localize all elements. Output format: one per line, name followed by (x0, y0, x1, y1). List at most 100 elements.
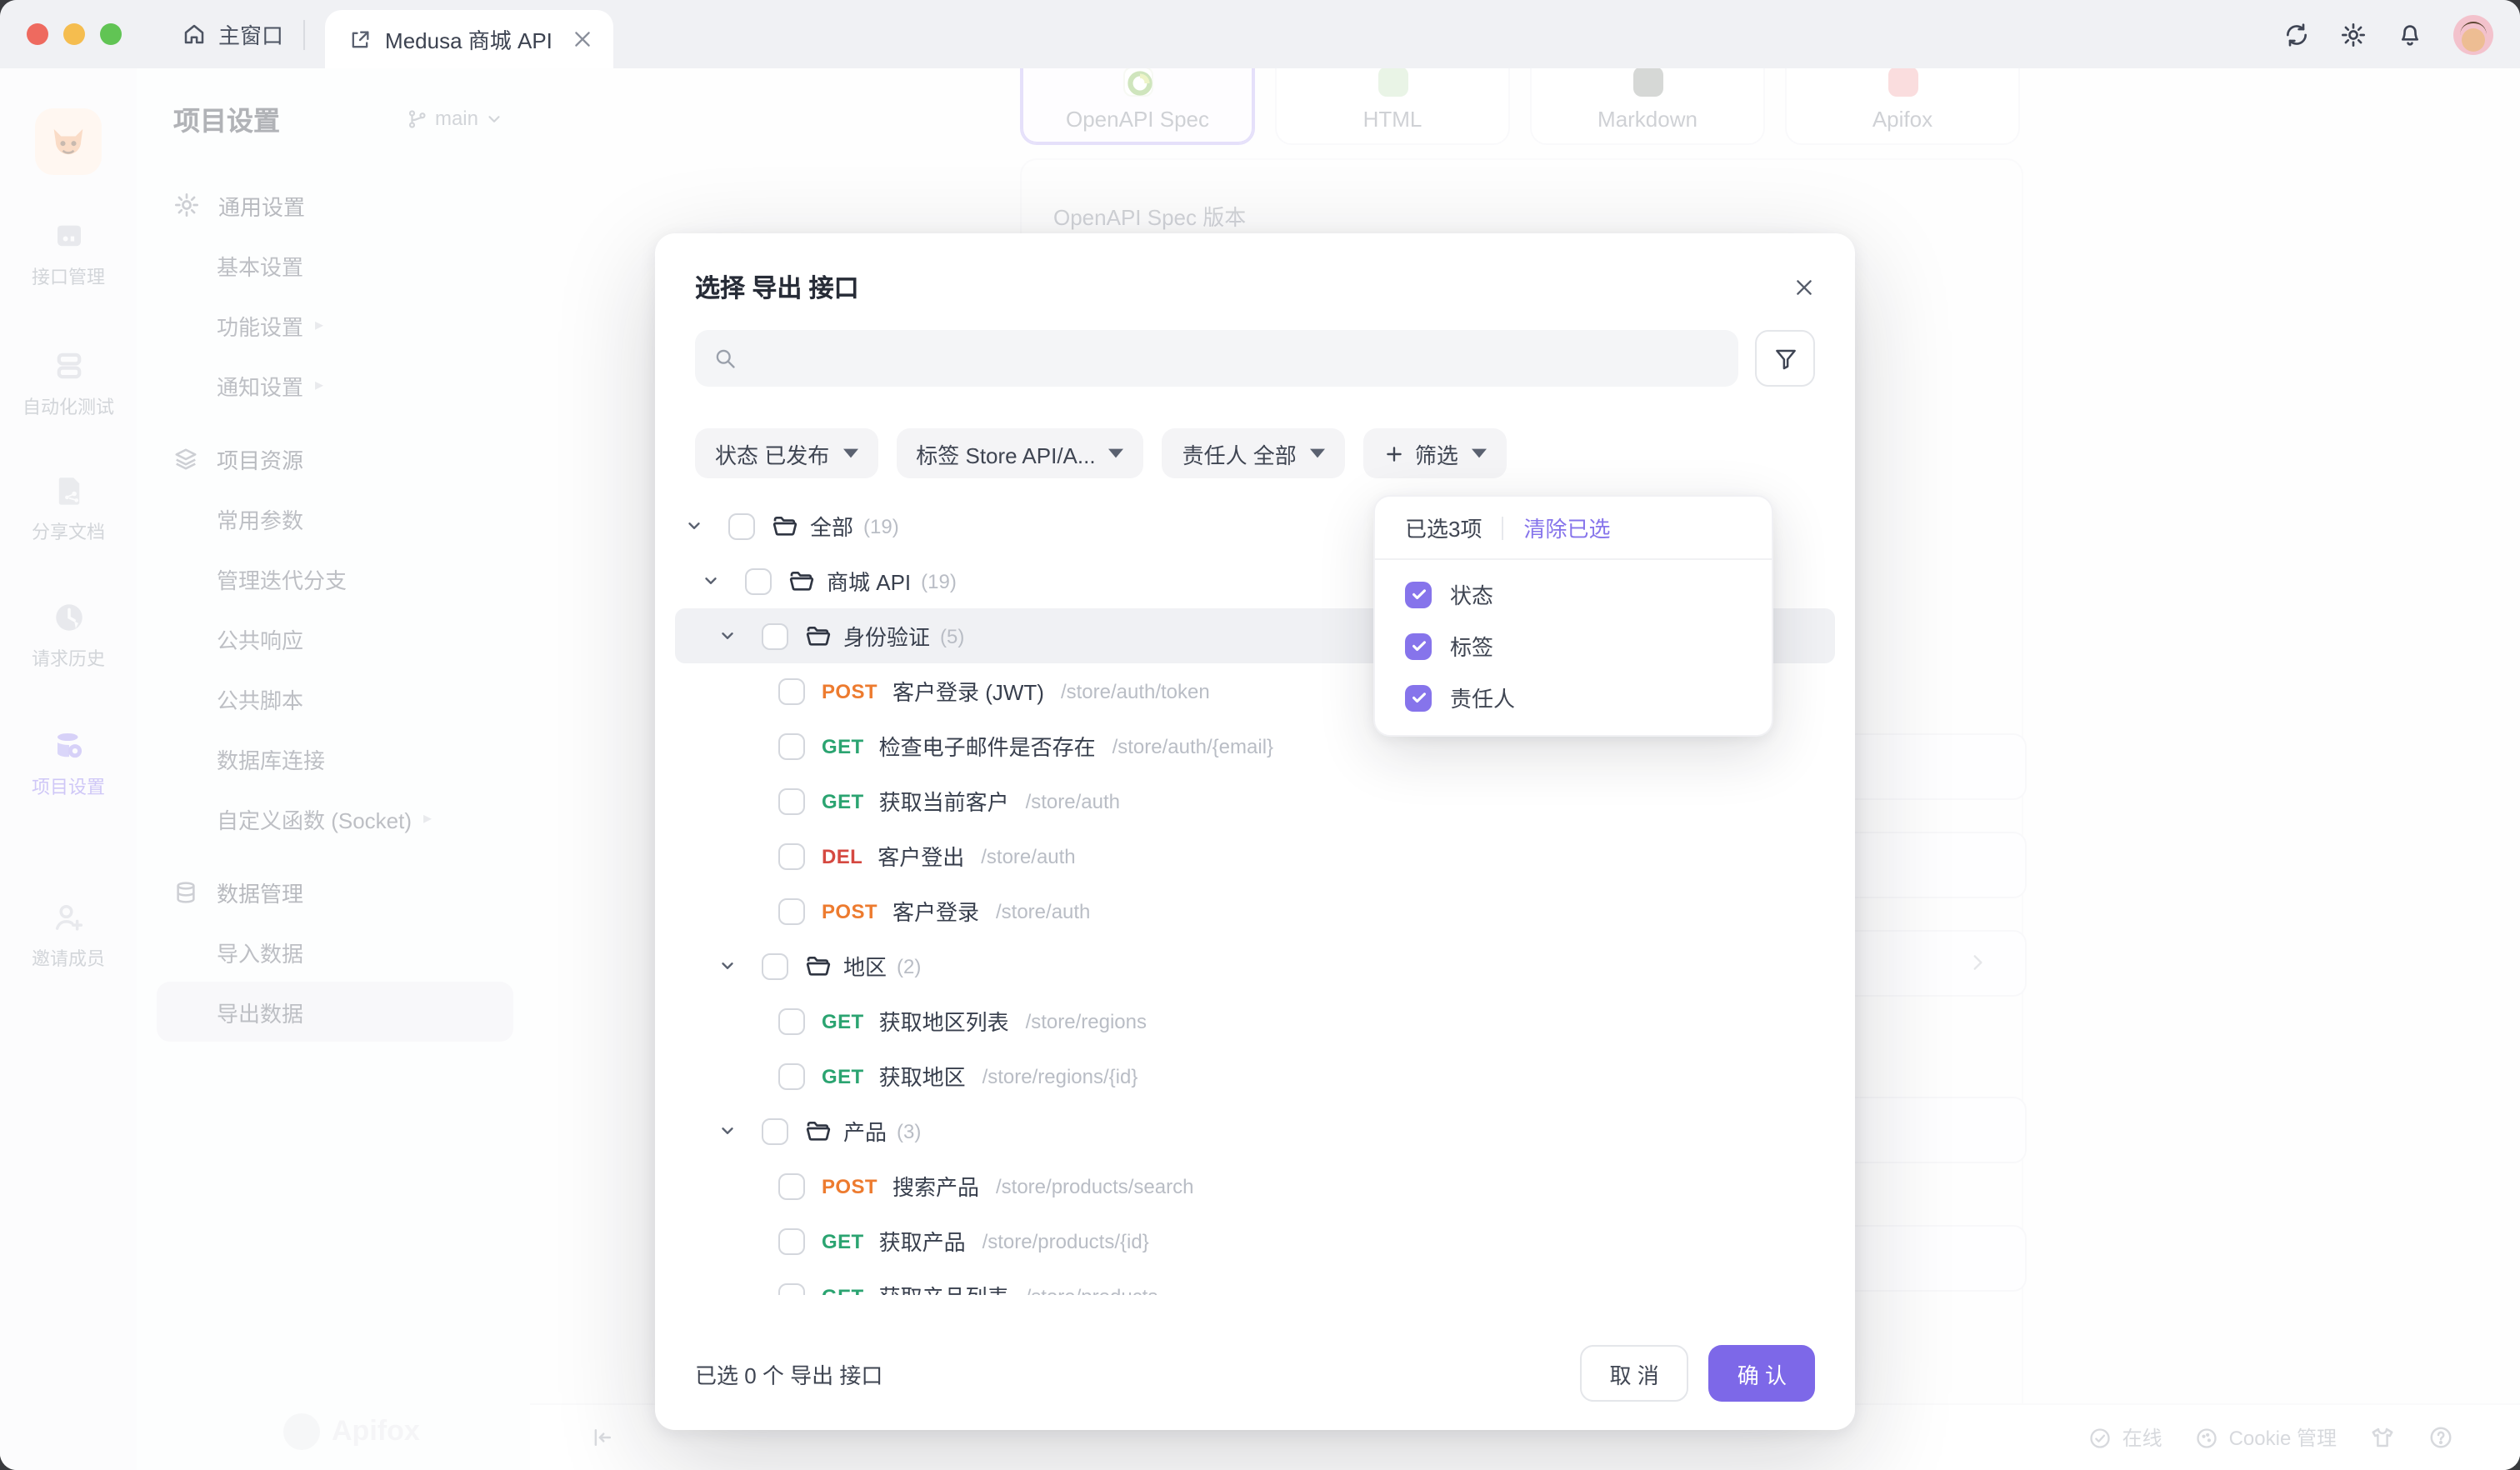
filter-option-row[interactable]: 责任人 (1375, 672, 1772, 723)
folder-name: 身份验证 (843, 620, 930, 652)
caret-down-icon[interactable] (698, 572, 745, 590)
avatar[interactable] (2453, 14, 2493, 54)
tree-api-row[interactable]: DEL客户登出/store/auth (675, 828, 1835, 883)
api-path: /store/products/{id} (982, 1229, 1149, 1252)
checkbox-checked[interactable] (1405, 684, 1432, 711)
caret-down-icon[interactable] (682, 517, 728, 535)
filter-option-label: 责任人 (1450, 682, 1515, 713)
folder-count: (5) (940, 624, 964, 648)
tab-close-icon[interactable] (572, 28, 594, 50)
filter-option-label: 状态 (1450, 578, 1493, 610)
tree-api-row[interactable]: GET获取当前客户/store/auth (675, 773, 1835, 828)
filter-option-row[interactable]: 标签 (1375, 620, 1772, 672)
tree-api-row[interactable]: POST客户登录/store/auth (675, 883, 1835, 938)
api-path: /store/regions/{id} (982, 1064, 1138, 1088)
folder-count: (19) (921, 569, 957, 592)
row-checkbox[interactable] (778, 1008, 805, 1034)
filter-dropdown: 已选3项 清除已选 状态标签责任人 (1373, 495, 1773, 737)
titlebar: 主窗口 Medusa 商城 API (0, 0, 2520, 68)
chip-label: 标签 Store API/A... (916, 438, 1095, 469)
folder-name: 全部 (810, 510, 853, 542)
modal-title: 选择 导出 接口 (695, 270, 859, 305)
row-checkbox[interactable] (778, 1228, 805, 1254)
clear-selected-link[interactable]: 清除已选 (1523, 512, 1610, 543)
row-checkbox[interactable] (778, 898, 805, 924)
caret-down-icon[interactable] (715, 1122, 762, 1140)
modal-close-icon[interactable] (1793, 277, 1815, 298)
row-checkbox[interactable] (778, 788, 805, 814)
external-link-icon (348, 28, 372, 51)
api-name: 客户登录 (892, 895, 979, 927)
api-name: 搜索产品 (892, 1170, 979, 1202)
caret-down-icon[interactable] (715, 957, 762, 975)
filter-chip-2[interactable]: 责任人 全部 (1162, 428, 1345, 478)
row-checkbox[interactable] (762, 1118, 788, 1144)
tree-folder-row[interactable]: 地区(2) (675, 938, 1835, 993)
selected-summary: 已选 0 个 导出 接口 (695, 1358, 882, 1389)
row-checkbox[interactable] (778, 732, 805, 759)
tree-api-row[interactable]: POST搜索产品/store/products/search (675, 1158, 1835, 1213)
divider (1502, 516, 1503, 539)
app-window: 主窗口 Medusa 商城 API 接口管理自动化测试分享文档请求历史项目设置邀… (0, 0, 2520, 1470)
http-method-label: GET (822, 734, 864, 758)
zoom-window-button[interactable] (100, 23, 122, 45)
project-tab-label: Medusa 商城 API (385, 23, 552, 55)
checkbox-checked[interactable] (1405, 632, 1432, 659)
refresh-icon[interactable] (2283, 21, 2310, 48)
search-input[interactable] (750, 344, 1738, 372)
tree-api-row[interactable]: GET获取地区列表/store/regions (675, 993, 1835, 1048)
row-checkbox[interactable] (778, 678, 805, 704)
search-input-wrap (695, 330, 1738, 387)
api-path: /store/auth (981, 844, 1075, 868)
row-checkbox[interactable] (745, 568, 772, 594)
http-method-label: GET (822, 789, 864, 812)
titlebar-actions (2283, 14, 2493, 54)
confirm-button[interactable]: 确 认 (1709, 1345, 1815, 1402)
row-checkbox[interactable] (778, 1282, 805, 1295)
tree-api-row[interactable]: GET获取产品/store/products/{id} (675, 1213, 1835, 1268)
funnel-icon (1772, 346, 1798, 371)
filter-option-row[interactable]: 状态 (1375, 568, 1772, 620)
plus-icon (1383, 442, 1405, 464)
folder-count: (2) (897, 954, 921, 978)
folder-count: (19) (863, 514, 899, 538)
http-method-label: POST (822, 679, 878, 702)
api-name: 获取地区列表 (879, 1005, 1009, 1037)
minimize-window-button[interactable] (63, 23, 85, 45)
folder-icon (772, 512, 798, 539)
row-checkbox[interactable] (728, 512, 755, 539)
bell-icon[interactable] (2397, 21, 2423, 48)
main-window-label: 主窗口 (218, 18, 283, 50)
filter-button[interactable] (1755, 330, 1815, 387)
http-method-label: GET (822, 1064, 864, 1088)
row-checkbox[interactable] (778, 1062, 805, 1089)
api-path: /store/auth/token (1061, 679, 1210, 702)
api-name: 获取当前客户 (879, 785, 1009, 817)
main-window-tab[interactable]: 主窗口 (182, 18, 283, 50)
row-checkbox[interactable] (778, 1172, 805, 1199)
caret-down-icon[interactable] (715, 627, 762, 645)
close-window-button[interactable] (27, 23, 48, 45)
http-method-label: GET (822, 1009, 864, 1032)
api-path: /store/auth/{email} (1112, 734, 1273, 758)
api-name: 客户登出 (878, 840, 964, 872)
row-checkbox[interactable] (762, 952, 788, 979)
folder-count: (3) (897, 1119, 921, 1142)
chip-caret-icon (1109, 448, 1124, 458)
api-path: /store/auth (996, 899, 1090, 922)
cancel-button[interactable]: 取 消 (1580, 1345, 1689, 1402)
row-checkbox[interactable] (762, 622, 788, 649)
gear-icon[interactable] (2340, 21, 2367, 48)
tree-folder-row[interactable]: 产品 (3) (675, 1103, 1835, 1158)
row-checkbox[interactable] (778, 842, 805, 869)
filter-chip-3[interactable]: 筛选 (1363, 428, 1507, 478)
filter-chip-1[interactable]: 标签 Store API/A... (896, 428, 1143, 478)
tree-api-row[interactable]: GET获取产品列表/store/products (675, 1268, 1835, 1295)
filter-chip-0[interactable]: 状态 已发布 (695, 428, 878, 478)
chip-caret-icon (1310, 448, 1325, 458)
folder-icon (805, 952, 832, 979)
checkbox-checked[interactable] (1405, 581, 1432, 608)
folder-name: 产品 (843, 1115, 887, 1147)
tree-api-row[interactable]: GET获取地区/store/regions/{id} (675, 1048, 1835, 1103)
project-tab[interactable]: Medusa 商城 API (325, 10, 614, 68)
